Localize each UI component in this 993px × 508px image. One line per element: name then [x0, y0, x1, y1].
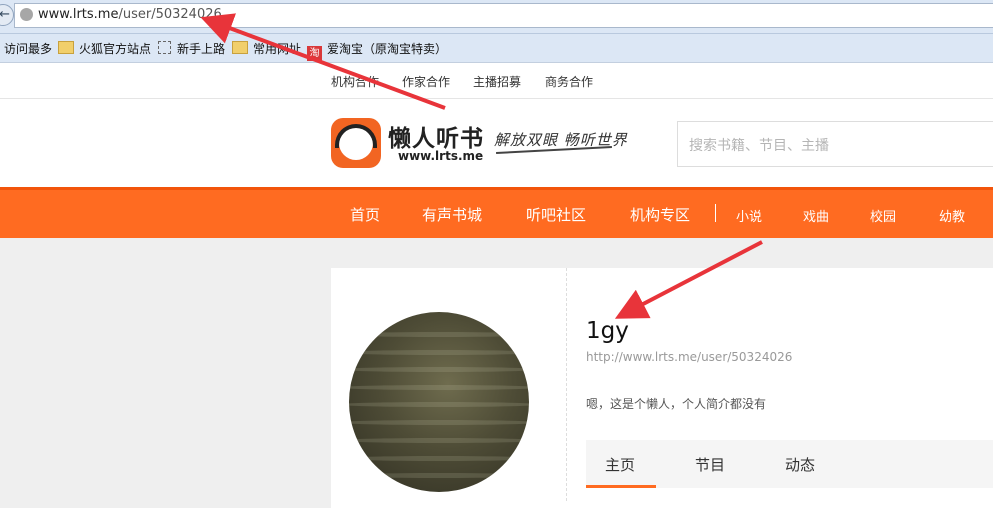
username: 1gy: [586, 318, 629, 344]
profile-tabs: 主页 节目 动态: [586, 440, 993, 488]
browser-address-bar: ← www.lrts.me/user/50324026: [0, 0, 993, 34]
bookmark-label: 访问最多: [4, 42, 53, 56]
nav-kids[interactable]: 幼教: [939, 206, 965, 225]
search-input[interactable]: 搜索书籍、节目、主播: [677, 121, 993, 167]
active-tab-indicator: [586, 485, 656, 488]
bookmarks-toolbar: 访问最多 火狐官方站点 新手上路 常用网址 淘爱淘宝（原淘宝特卖）: [0, 34, 993, 63]
bookmark-firefox-official[interactable]: 火狐官方站点: [58, 40, 151, 57]
toplink-business-cooperation[interactable]: 商务合作: [545, 73, 593, 90]
tab-programs[interactable]: 节目: [695, 454, 725, 475]
avatar: [349, 312, 529, 492]
url-text[interactable]: www.lrts.me/user/50324026: [38, 7, 222, 22]
url-path: /user/50324026: [118, 7, 222, 22]
taobao-icon: 淘: [307, 46, 322, 61]
nav-novel[interactable]: 小说: [736, 206, 762, 225]
nav-divider: [715, 204, 716, 222]
logo-icon[interactable]: [331, 118, 381, 168]
headphones-icon: [335, 124, 377, 148]
bookmark-label: 爱淘宝（原淘宝特卖）: [327, 42, 448, 56]
bookmark-most-visited[interactable]: 访问最多: [4, 40, 52, 57]
nav-community[interactable]: 听吧社区: [526, 204, 586, 225]
toplink-author-cooperation[interactable]: 作家合作: [402, 73, 450, 90]
nav-audiobook-store[interactable]: 有声书城: [422, 204, 482, 225]
card-divider: [566, 268, 568, 501]
bookmark-common-sites[interactable]: 常用网址: [232, 40, 301, 57]
back-icon[interactable]: ←: [0, 4, 14, 26]
dotted-box-icon: [158, 41, 171, 54]
site-name[interactable]: 懒人听书: [388, 119, 484, 153]
bookmark-label: 常用网址: [253, 42, 302, 56]
site-url: www.lrts.me: [398, 149, 484, 163]
nav-institution[interactable]: 机构专区: [630, 204, 690, 225]
nav-opera[interactable]: 戏曲: [803, 206, 829, 225]
toplink-anchor-recruit[interactable]: 主播招募: [473, 73, 521, 90]
url-host: www.lrts.me: [38, 7, 119, 22]
folder-icon: [58, 41, 74, 54]
main-nav: 首页 有声书城 听吧社区 机构专区 小说 戏曲 校园 幼教: [0, 187, 993, 238]
bookmark-label: 火狐官方站点: [79, 42, 152, 56]
site-top-links: 机构合作 作家合作 主播招募 商务合作: [0, 63, 993, 99]
profile-card: 1gy http://www.lrts.me/user/50324026 嗯，这…: [331, 268, 993, 508]
toplink-institution-cooperation[interactable]: 机构合作: [331, 73, 379, 90]
bookmark-getting-started[interactable]: 新手上路: [158, 40, 225, 57]
user-bio: 嗯，这是个懒人，个人简介都没有: [586, 397, 767, 411]
nav-home[interactable]: 首页: [350, 204, 380, 225]
tab-home[interactable]: 主页: [605, 454, 635, 475]
bookmark-ai-taobao[interactable]: 淘爱淘宝（原淘宝特卖）: [307, 40, 447, 61]
profile-url[interactable]: http://www.lrts.me/user/50324026: [586, 350, 792, 364]
nav-campus[interactable]: 校园: [870, 206, 896, 225]
folder-icon: [232, 41, 248, 54]
site-header: 懒人听书 www.lrts.me 解放双眼 畅听世界 搜索书籍、节目、主播: [0, 99, 993, 187]
tab-activity[interactable]: 动态: [785, 454, 815, 475]
bookmark-label: 新手上路: [177, 42, 226, 56]
globe-icon: [20, 8, 33, 21]
